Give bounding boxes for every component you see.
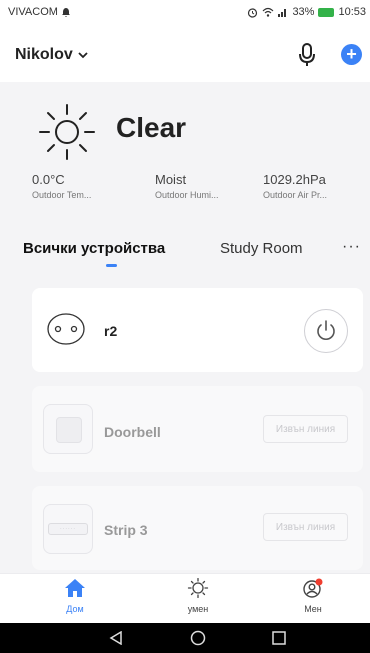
- device-name: r2: [104, 323, 118, 339]
- clock-time: 10:53: [338, 6, 366, 18]
- bottom-navigation: Дом умен Мен: [0, 573, 370, 624]
- weather-stat-humidity: Moist Outdoor Humi...: [155, 172, 219, 200]
- device-name: Doorbell: [104, 424, 161, 440]
- device-card-r2[interactable]: r2: [32, 288, 363, 372]
- back-icon[interactable]: [109, 631, 123, 645]
- weather-stat-label: Outdoor Tem...: [32, 190, 92, 200]
- nav-home-label: Дом: [66, 604, 84, 614]
- more-tabs-button[interactable]: ···: [342, 238, 361, 256]
- microphone-icon[interactable]: [296, 42, 318, 68]
- power-button[interactable]: [304, 309, 348, 353]
- weather-stat-value: 1029.2hPa: [263, 172, 326, 187]
- tab-all-devices[interactable]: Всички устройства: [23, 240, 165, 257]
- home-icon: [65, 579, 85, 597]
- carrier-name: VIVACOM: [8, 6, 58, 18]
- profile-icon: [303, 578, 323, 598]
- nav-smart-label: умен: [187, 604, 209, 614]
- weather-stat-pressure: 1029.2hPa Outdoor Air Pr...: [263, 172, 327, 200]
- weather-stat-value: 0.0°C: [32, 172, 65, 187]
- nav-home[interactable]: Дом: [45, 578, 105, 614]
- nav-me-label: Мен: [304, 604, 322, 614]
- weather-condition: Clear: [116, 112, 187, 143]
- device-name: Strip 3: [104, 522, 148, 538]
- add-device-button[interactable]: +: [341, 44, 362, 65]
- device-card-strip-3[interactable]: ∙∙∙∙∙∙ Strip 3 Извън линия: [32, 486, 363, 570]
- offline-badge: Извън линия: [263, 415, 348, 443]
- nav-me[interactable]: Мен: [283, 578, 343, 614]
- tab-study-room[interactable]: Study Room: [220, 240, 303, 257]
- nav-smart[interactable]: умен: [168, 577, 228, 614]
- signal-icon: [278, 9, 287, 17]
- app-header: Nikolov +: [0, 24, 370, 82]
- wifi-icon: [263, 7, 274, 17]
- system-navigation-bar: [0, 623, 370, 653]
- active-tab-indicator: [106, 264, 117, 267]
- sun-icon: [39, 104, 95, 160]
- battery-percent: 33%: [292, 6, 315, 18]
- home-selector[interactable]: Nikolov: [15, 46, 88, 64]
- power-icon: [317, 320, 335, 340]
- power-strip-icon: ∙∙∙∙∙∙: [43, 504, 93, 554]
- doorbell-icon: [43, 404, 93, 454]
- weather-stat-value: Moist: [155, 172, 187, 187]
- status-left: VIVACOM: [8, 6, 70, 18]
- weather-panel: Clear 0.0°C Outdoor Tem... Moist Outdoor…: [0, 82, 370, 230]
- recents-icon[interactable]: [272, 631, 286, 645]
- battery-icon: [318, 7, 335, 17]
- weather-stat-temperature: 0.0°C Outdoor Tem...: [32, 172, 91, 200]
- smart-sun-icon: [187, 577, 209, 599]
- device-card-doorbell[interactable]: Doorbell Извън линия: [32, 386, 363, 472]
- home-circle-icon[interactable]: [190, 630, 206, 646]
- weather-stat-label: Outdoor Humi...: [155, 190, 219, 200]
- status-bar: VIVACOM 33% 10:53: [0, 0, 370, 24]
- chevron-down-icon: [78, 51, 88, 58]
- room-tabs: Всички устройства Study Room ···: [0, 236, 370, 276]
- socket-icon: [47, 313, 85, 345]
- weather-stat-label: Outdoor Air Pr...: [263, 190, 328, 200]
- home-name: Nikolov: [15, 46, 73, 63]
- notification-bell-icon: [61, 7, 70, 17]
- offline-badge: Извън линия: [263, 513, 348, 541]
- alarm-icon: [248, 7, 258, 18]
- status-right: 33% 10:53: [247, 6, 366, 18]
